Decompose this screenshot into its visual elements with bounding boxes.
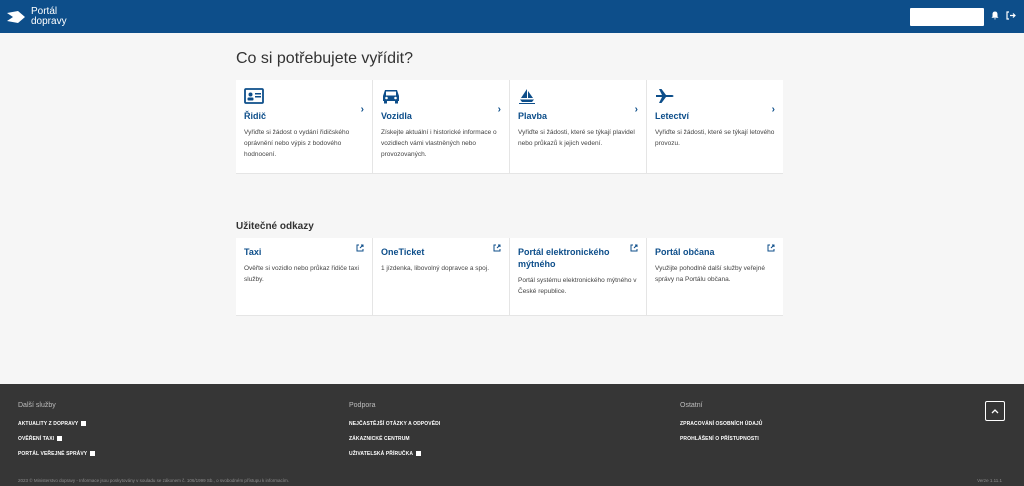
copyright-text: 2023 © Ministerstvo dopravy - Informace … [18,478,289,483]
link-card-title: OneTicket [381,247,425,257]
agenda-card-plavba[interactable]: Plavba Vyřiďte si žádosti, které se týka… [510,80,647,174]
footer-col-podpora: Podpora NEJČASTĚJŠÍ OTÁZKY A ODPOVĚDI ZÁ… [349,402,440,466]
agenda-card-title: Řidič [244,111,267,121]
chevron-right-icon: › [771,104,775,115]
agenda-card-ridic[interactable]: Řidič Vyřiďte si žádost o vydání řidičsk… [236,80,373,174]
footer-col-dalsi-sluzby: Další služby AKTUALITY Z DOPRAVY OVĚŘENÍ… [18,402,96,466]
external-link-icon [356,244,364,254]
footer: Další služby AKTUALITY Z DOPRAVY OVĚŘENÍ… [0,384,1024,486]
link-card-myto[interactable]: Portál elektronického mýtného Portál sys… [510,238,647,316]
footer-col-title: Podpora [349,402,376,409]
agenda-cards: Řidič Vyřiďte si žádost o vydání řidičsk… [236,80,783,174]
link-card-title: Portál elektronického mýtného [518,247,610,269]
footer-link-pristupnost[interactable]: PROHLÁŠENÍ O PŘÍSTUPNOSTI [680,436,763,442]
brand-link[interactable]: Portál dopravy [6,5,67,27]
car-icon [381,88,501,106]
agenda-card-desc: Vyřiďte si žádosti, které se týkají leto… [655,129,775,147]
link-card-oneticket[interactable]: OneTicket 1 jízdenka, libovolný dopravce… [373,238,510,316]
footer-link-faq[interactable]: NEJČASTĚJŠÍ OTÁZKY A ODPOVĚDI [349,421,440,427]
agenda-card-desc: Vyřiďte si žádosti, které se týkají plav… [518,129,635,147]
bell-icon[interactable] [990,11,1000,23]
link-card-desc: 1 jízdenka, libovolný dopravce a spoj. [381,265,490,272]
brand-line2: dopravy [31,15,67,27]
footer-link-overeni-taxi[interactable]: OVĚŘENÍ TAXI [18,436,95,442]
external-link-icon [767,244,775,254]
external-link-icon [90,451,96,457]
airplane-icon [655,88,775,106]
main-content: Co si potřebujete vyřídit? Řidič Vyřiďte… [236,50,783,316]
page-title: Co si potřebujete vyřídit? [236,50,413,67]
footer-col-ostatni: Ostatní ZPRACOVÁNÍ OSOBNÍCH ÚDAJŮ PROHLÁ… [680,402,763,451]
agenda-card-title: Plavba [518,111,548,121]
chevron-right-icon: › [634,104,638,115]
logout-icon[interactable] [1006,10,1016,23]
agenda-card-desc: Získejte aktuální i historické informace… [381,129,497,158]
chevron-right-icon: › [497,104,501,115]
agenda-card-title: Vozidla [381,111,412,121]
agenda-card-vozidla[interactable]: Vozidla Získejte aktuální i historické i… [373,80,510,174]
brand-line1: Portál [31,5,58,17]
top-bar: Portál dopravy [0,0,1024,33]
link-card-desc: Portál systému elektronického mýtného v … [518,277,637,295]
link-card-desc: Využijte pohodlně další služby veřejné s… [655,265,765,283]
useful-links-cards: Taxi Ověřte si vozidlo nebo průkaz řidič… [236,238,783,316]
id-card-icon [244,88,364,106]
link-card-taxi[interactable]: Taxi Ověřte si vozidlo nebo průkaz řidič… [236,238,373,316]
footer-link-osobni-udaje[interactable]: ZPRACOVÁNÍ OSOBNÍCH ÚDAJŮ [680,421,763,427]
external-link-icon [416,451,422,457]
brand-name: Portál dopravy [31,5,67,27]
agenda-card-letectvi[interactable]: Letectví Vyřiďte si žádosti, které se tý… [647,80,783,174]
link-card-portal-obcana[interactable]: Portál občana Využijte pohodlně další sl… [647,238,783,316]
external-link-icon [630,244,638,254]
footer-link-aktuality[interactable]: AKTUALITY Z DOPRAVY [18,421,95,427]
chevron-right-icon: › [360,104,364,115]
external-link-icon [57,436,63,442]
external-link-icon [81,421,87,427]
sailboat-icon [518,88,638,106]
link-card-desc: Ověřte si vozidlo nebo průkaz řidiče tax… [244,265,359,283]
portal-logo-icon [6,10,26,24]
user-account-box[interactable] [910,7,984,26]
chevron-up-icon [991,406,999,416]
footer-link-prirucka[interactable]: UŽIVATELSKÁ PŘÍRUČKA [349,451,440,457]
external-link-icon [493,244,501,254]
scroll-to-top-button[interactable] [985,401,1005,421]
useful-links-title: Užitečné odkazy [236,221,314,232]
link-card-title: Taxi [244,247,262,257]
footer-col-title: Další služby [18,402,56,409]
version-text: Verze 1.11.1 [977,478,1002,483]
agenda-card-title: Letectví [655,111,690,121]
link-card-title: Portál občana [655,247,715,257]
footer-link-portal-verejne-spravy[interactable]: PORTÁL VEŘEJNÉ SPRÁVY [18,451,96,457]
agenda-card-desc: Vyřiďte si žádost o vydání řidičského op… [244,129,350,158]
footer-link-zakaznicke-centrum[interactable]: ZÁKAZNICKÉ CENTRUM [349,436,440,442]
footer-col-title: Ostatní [680,402,703,409]
